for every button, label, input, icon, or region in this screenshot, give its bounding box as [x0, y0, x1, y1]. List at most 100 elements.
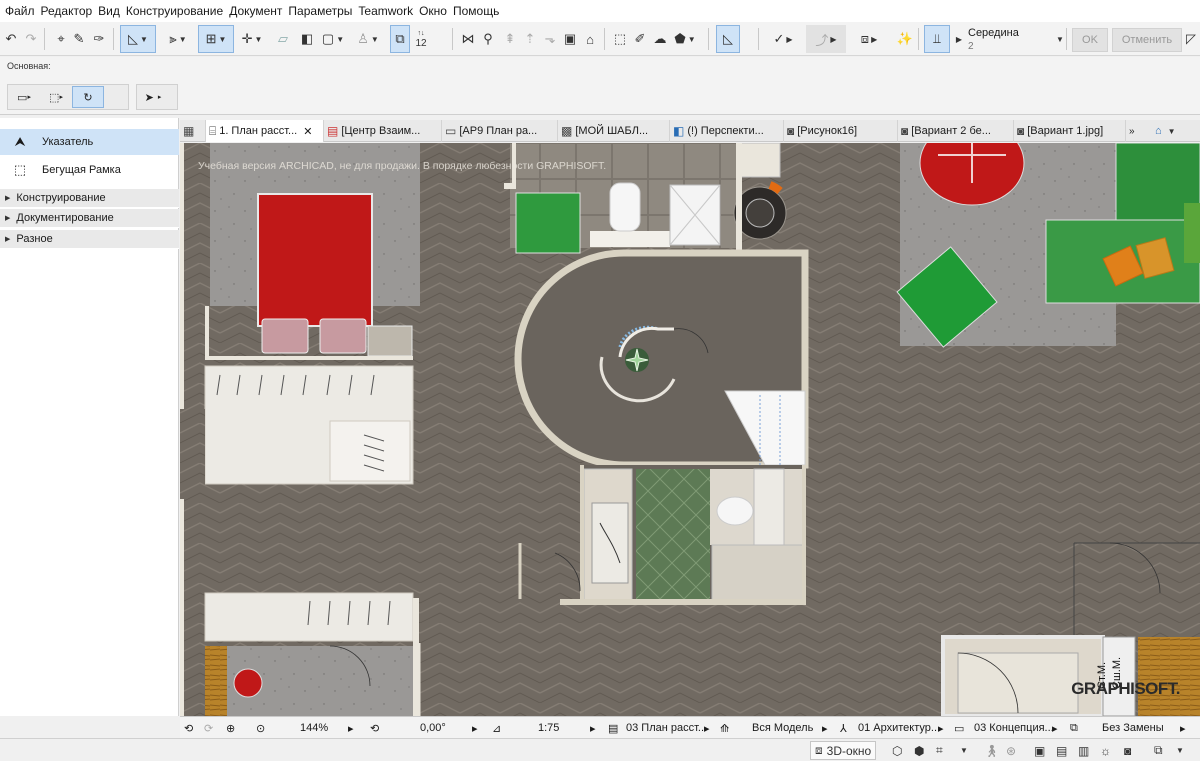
lock-icon[interactable]: ♙ ▼: [354, 25, 382, 53]
pen-disabled-icon[interactable]: ⤴ ▶: [806, 25, 846, 53]
undo-icon[interactable]: ↶: [2, 25, 20, 53]
walk-icon[interactable]: 🚶︎: [984, 741, 999, 760]
snap-menu-icon[interactable]: ▼: [1054, 25, 1064, 53]
arrow-tool-icon[interactable]: ➤ ▸: [137, 86, 169, 108]
menu-window[interactable]: Окно: [416, 0, 450, 22]
navigator-view-icon[interactable]: ⌂ ▼: [1152, 120, 1198, 142]
tab-close-icon[interactable]: ✕: [303, 125, 312, 138]
drawing-icon[interactable]: ▣: [560, 25, 580, 53]
movie-icon[interactable]: ▥: [1078, 741, 1089, 760]
rotate-view-icon[interactable]: ⟲: [370, 717, 379, 739]
magic-wand-icon[interactable]: ⚲: [478, 25, 498, 53]
zoom-in-icon[interactable]: ⊕: [226, 717, 235, 739]
rendering-icon[interactable]: ▣: [1034, 741, 1045, 760]
sun-icon[interactable]: ☼: [1100, 741, 1111, 760]
guide-lines-icon[interactable]: ◺ ▼: [120, 25, 156, 53]
redo-icon[interactable]: ↷: [22, 25, 40, 53]
3d-axis-icon[interactable]: ⌗: [936, 741, 943, 760]
detail-icon[interactable]: ⬎: [540, 25, 560, 53]
tab-variant1[interactable]: ◙ [Вариант 1.jpg]: [1014, 120, 1126, 142]
pick-up-icon[interactable]: ✎: [70, 25, 88, 53]
check-icon[interactable]: ✓ ▶: [768, 25, 798, 53]
gravity-icon[interactable]: ◧: [296, 25, 318, 53]
tab-interaction-center[interactable]: ▤ [Центр Взаим...: [324, 120, 442, 142]
scale-menu-icon[interactable]: ▸: [590, 717, 596, 739]
3d-box-icon[interactable]: ⬢: [914, 741, 924, 760]
cursor-snap-icon[interactable]: ✛ ▼: [238, 25, 266, 53]
selection-method-icon[interactable]: ▭ ▸: [8, 86, 40, 108]
roof-icon[interactable]: ⌂: [580, 25, 600, 53]
zoom-level[interactable]: 144%: [300, 717, 328, 739]
inject-icon[interactable]: ✑: [90, 25, 108, 53]
section-icon[interactable]: ⇡: [520, 25, 540, 53]
cancel-button[interactable]: Отменить: [1112, 28, 1182, 52]
snap-caret-icon[interactable]: ▶: [952, 25, 964, 53]
layers-icon[interactable]: ⧉: [390, 25, 410, 53]
floor-num-indicator[interactable]: ↑↓ 12: [410, 25, 432, 53]
3d-window-button[interactable]: ⧈ 3D-окно: [810, 741, 877, 760]
tab-my-template[interactable]: ▩ [МОЙ ШАБЛ...: [558, 120, 670, 142]
toolbox-section-design[interactable]: ▶ Конструирование: [0, 189, 179, 208]
cloud-icon[interactable]: ☁: [650, 25, 670, 53]
concept-menu-icon[interactable]: ▸: [1052, 717, 1058, 739]
scale-value[interactable]: 1:75: [538, 717, 559, 739]
layer-menu-icon[interactable]: ▸: [938, 717, 944, 739]
angle-menu-icon[interactable]: ▸: [472, 717, 478, 739]
menu-file[interactable]: Файл: [2, 0, 38, 22]
wand-icon[interactable]: ✨: [894, 25, 916, 53]
zoom-fit-icon[interactable]: ⊙: [256, 717, 265, 739]
menu-options[interactable]: Параметры: [285, 0, 355, 22]
tabs-overflow-icon[interactable]: »: [1126, 120, 1150, 142]
rotate-selection-icon[interactable]: ↻: [72, 86, 104, 108]
transform-icon[interactable]: ⧈ ▶: [850, 25, 888, 53]
tab-perspective[interactable]: ◧ (!) Перспекти...: [670, 120, 784, 142]
tab-floor-plan[interactable]: ⌸ 1. План расст... ✕: [206, 120, 324, 142]
layer-combination[interactable]: 01 Архитектур...: [858, 717, 940, 739]
ok-button[interactable]: OK: [1072, 28, 1108, 52]
menu-document[interactable]: Документ: [226, 0, 285, 22]
orbit-icon[interactable]: ⟲: [184, 717, 193, 739]
photo-icon[interactable]: ▤: [1056, 741, 1067, 760]
marquee-tool-icon[interactable]: ⬚ ▸: [40, 86, 72, 108]
menu-help[interactable]: Помощь: [450, 0, 502, 22]
pan-icon[interactable]: ⟳: [204, 717, 213, 739]
zoom-menu-icon[interactable]: ▸: [348, 717, 354, 739]
menu-view[interactable]: Вид: [95, 0, 123, 22]
grid-snap-icon[interactable]: ⊞ ▼: [198, 25, 234, 53]
view-menu-icon[interactable]: ▸: [704, 717, 710, 739]
3d-orbit-icon[interactable]: ⬡: [892, 741, 902, 760]
3d-menu-icon[interactable]: ▼: [960, 741, 968, 760]
menu-edit[interactable]: Редактор: [38, 0, 96, 22]
floor-plan-canvas[interactable]: Учебная версия ARCHICAD, не для продажи.…: [180, 143, 1200, 716]
select-elements-icon[interactable]: ⬚: [610, 25, 630, 53]
toolbox-item-marquee[interactable]: ⬚ Бегущая Рамка: [0, 157, 179, 183]
layer-set-icon[interactable]: ▢ ▼: [318, 25, 348, 53]
toolbox-section-documenting[interactable]: ▶ Документирование: [0, 209, 179, 228]
view-map-name[interactable]: 03 План расст...: [626, 717, 707, 739]
model-view-option[interactable]: Вся Модель: [752, 717, 813, 739]
edit-icon[interactable]: ✐: [630, 25, 650, 53]
3d-view-icon[interactable]: ⬟ ▼: [670, 25, 700, 53]
toolbox-item-pointer[interactable]: ⮝ Указатель: [0, 129, 179, 155]
tab-variant2[interactable]: ◙ [Вариант 2 бе...: [898, 120, 1014, 142]
toolbox-section-more[interactable]: ▶ Разное: [0, 230, 179, 249]
tab-picture16[interactable]: ◙ [Рисунок16]: [784, 120, 898, 142]
tab-overview-icon[interactable]: ▦: [180, 120, 206, 142]
elevation-icon[interactable]: ⇞: [500, 25, 520, 53]
toolbar-overflow-icon[interactable]: ◸: [1184, 25, 1198, 53]
scale-icon[interactable]: ⊿: [492, 717, 501, 739]
trace-icon[interactable]: ⋈: [458, 25, 478, 53]
fly-icon[interactable]: ⊛: [1006, 741, 1016, 760]
navigator-icon[interactable]: ⧉: [1154, 741, 1163, 760]
find-select-icon[interactable]: ⌖: [52, 25, 70, 53]
menu-design[interactable]: Конструирование: [123, 0, 226, 22]
suspend-groups-icon[interactable]: ▱: [272, 25, 294, 53]
model-menu-icon[interactable]: ▸: [822, 717, 828, 739]
override-menu-icon[interactable]: ▸: [1180, 717, 1186, 739]
measure-icon[interactable]: ◺: [716, 25, 740, 53]
menu-teamwork[interactable]: Teamwork: [355, 0, 416, 22]
snap-point-icon[interactable]: ⫫: [924, 25, 950, 53]
snap-mode-display[interactable]: Середина 2: [966, 25, 1058, 55]
tab-layout-ar9[interactable]: ▭ [АР9 План ра...: [442, 120, 558, 142]
navigator-menu-icon[interactable]: ▼: [1176, 741, 1184, 760]
